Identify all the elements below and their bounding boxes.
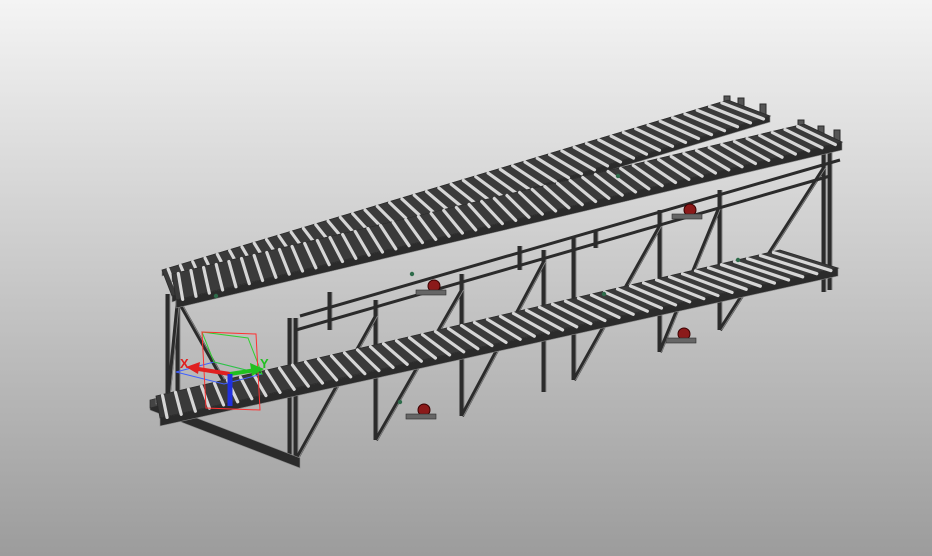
conveyor-assembly-model[interactable]: X Y: [0, 0, 932, 556]
sensor-indicator: [615, 173, 621, 179]
motor-mount-plate: [671, 213, 703, 220]
3d-viewport[interactable]: X Y: [0, 0, 932, 556]
triad-y-label: Y: [260, 356, 269, 371]
frame-brace-edge: [179, 299, 232, 393]
motor-mount-plate: [665, 337, 697, 344]
sensor-indicator: [409, 271, 415, 277]
sensor-indicator: [397, 399, 403, 405]
sensor-indicator: [213, 293, 219, 299]
sensor-indicator: [601, 291, 607, 297]
sensor-indicator: [735, 257, 741, 263]
lower-lane-front-near-rail: [159, 267, 839, 427]
triad-x-label: X: [180, 356, 189, 371]
motor-mount-plate: [405, 413, 437, 420]
motor-mount-plate: [415, 289, 447, 296]
